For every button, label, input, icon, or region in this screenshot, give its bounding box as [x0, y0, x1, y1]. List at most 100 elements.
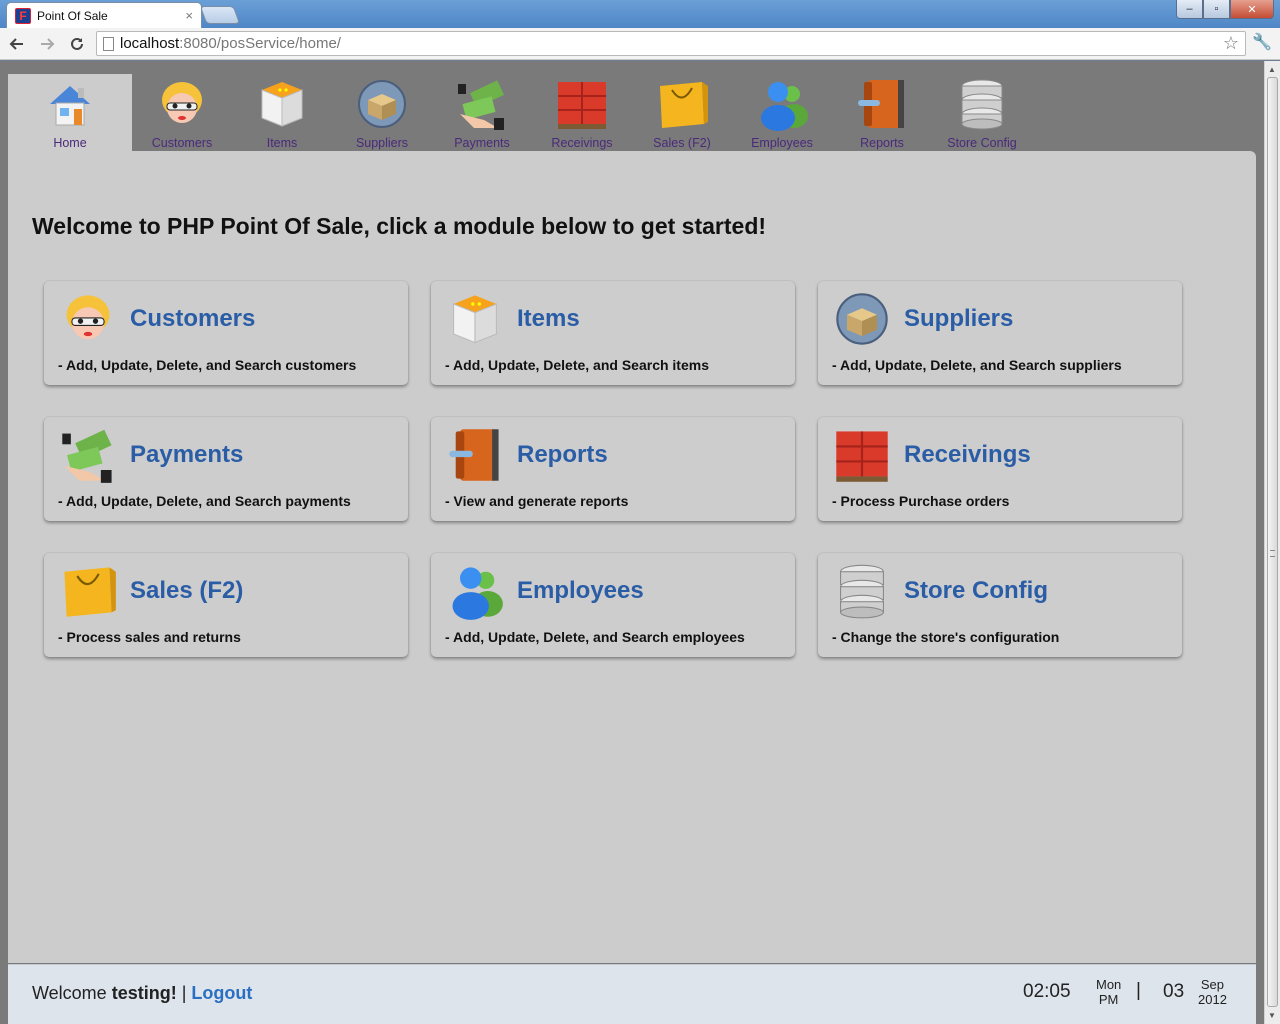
menu-item-receivings[interactable]: Receivings — [532, 74, 632, 151]
module-title[interactable]: Payments — [130, 441, 243, 469]
menu-label: Sales (F2) — [653, 136, 711, 150]
box-icon — [453, 295, 497, 344]
maximize-button[interactable]: ▫ — [1203, 0, 1230, 19]
tab-title: Point Of Sale — [37, 8, 108, 23]
database-icon — [961, 79, 1003, 130]
module-title[interactable]: Sales (F2) — [130, 577, 243, 605]
vertical-scrollbar[interactable]: ▲ ▼ — [1264, 61, 1280, 1024]
scroll-grip-icon — [1270, 550, 1275, 557]
logout-link[interactable]: Logout — [191, 983, 252, 1003]
module-description: - Add, Update, Delete, and Search custom… — [58, 357, 357, 373]
module-title[interactable]: Store Config — [904, 577, 1048, 605]
menu-item-config[interactable]: Store Config — [932, 74, 1032, 151]
new-tab-button[interactable] — [199, 6, 241, 24]
module-description: - Process sales and returns — [58, 629, 241, 645]
module-title[interactable]: Reports — [517, 441, 608, 469]
menu-item-sales[interactable]: Sales (F2) — [632, 74, 732, 151]
reload-button[interactable] — [64, 31, 90, 57]
page-title: Welcome to PHP Point Of Sale, click a mo… — [32, 213, 767, 239]
welcome-text: Welcome — [32, 983, 112, 1003]
menu-item-employees[interactable]: Employees — [732, 74, 832, 151]
page-icon — [103, 36, 114, 51]
address-bar[interactable]: localhost:8080/posService/home/ ☆ — [96, 31, 1246, 56]
module-title[interactable]: Receivings — [904, 441, 1031, 469]
page-viewport: Home Customers Items Suppliers Payments … — [0, 61, 1264, 1024]
supplier-icon — [358, 80, 406, 128]
back-arrow-icon — [9, 37, 23, 50]
username: testing! — [111, 983, 177, 1003]
module-title[interactable]: Employees — [517, 577, 644, 605]
module-card-customers[interactable]: Customers - Add, Update, Delete, and Sea… — [44, 281, 408, 385]
close-window-button[interactable]: ✕ — [1230, 0, 1274, 19]
clock-month-year: Sep 2012 — [1198, 977, 1227, 1007]
module-title[interactable]: Customers — [130, 305, 255, 333]
database-icon — [840, 564, 884, 619]
report-book-icon — [858, 80, 904, 128]
menu-item-reports[interactable]: Reports — [832, 74, 932, 151]
module-description: - Add, Update, Delete, and Search items — [445, 357, 709, 373]
shopping-bag-icon — [64, 567, 116, 617]
close-tab-icon[interactable]: × — [185, 8, 193, 23]
report-book-icon — [449, 429, 499, 481]
menu-item-items[interactable]: Items — [232, 74, 332, 151]
back-button[interactable] — [4, 31, 30, 57]
module-card-reports[interactable]: Reports - View and generate reports — [431, 417, 795, 521]
url-path: :8080/posService/home/ — [179, 35, 341, 52]
wrench-icon[interactable]: 🔧 — [1252, 32, 1272, 52]
bookmark-star-icon[interactable]: ☆ — [1223, 33, 1239, 54]
module-description: - View and generate reports — [445, 493, 629, 509]
scroll-down-icon[interactable]: ▼ — [1268, 1011, 1276, 1020]
module-description: - Change the store's configuration — [832, 629, 1060, 645]
clock-day: 03 — [1163, 981, 1185, 1002]
footer-bar: Welcome testing! | Logout 02:05 Mon PM |… — [8, 964, 1256, 1024]
browser-tab[interactable]: F Point Of Sale × — [6, 2, 202, 28]
supplier-icon — [836, 293, 888, 345]
clock-weekday-ampm: Mon PM — [1096, 977, 1121, 1007]
footer-welcome: Welcome testing! | Logout — [32, 983, 252, 1004]
clock-ampm: PM — [1098, 992, 1119, 1007]
menu-item-payments[interactable]: Payments — [432, 74, 532, 151]
menu-label: Payments — [454, 136, 510, 150]
forward-button[interactable] — [34, 31, 60, 57]
module-card-employees[interactable]: Employees - Add, Update, Delete, and Sea… — [431, 553, 795, 657]
module-card-items[interactable]: Items - Add, Update, Delete, and Search … — [431, 281, 795, 385]
clock-divider: | — [1136, 980, 1141, 1001]
scroll-up-icon[interactable]: ▲ — [1268, 65, 1276, 74]
url-host: localhost — [120, 35, 180, 52]
browser-toolbar: localhost:8080/posService/home/ ☆ 🔧 — [0, 28, 1280, 60]
module-card-config[interactable]: Store Config - Change the store's config… — [818, 553, 1182, 657]
clock-year: 2012 — [1198, 992, 1227, 1007]
payment-icon — [458, 80, 504, 130]
menu-label: Home — [53, 136, 87, 150]
payment-icon — [62, 429, 112, 483]
customer-icon — [66, 295, 110, 340]
forward-arrow-icon — [41, 37, 55, 50]
menu-item-customers[interactable]: Customers — [132, 74, 232, 151]
module-description: - Add, Update, Delete, and Search suppli… — [832, 357, 1122, 373]
clock-time: 02:05 — [1023, 981, 1071, 1002]
scroll-thumb[interactable] — [1267, 77, 1278, 1007]
browser-titlebar: F Point Of Sale × – ▫ ✕ — [0, 0, 1280, 28]
clock-month: Sep — [1200, 977, 1225, 992]
menu-item-suppliers[interactable]: Suppliers — [332, 74, 432, 151]
receivings-icon — [836, 431, 888, 482]
module-menu: Home Customers Items Suppliers Payments … — [8, 74, 1032, 151]
footer-separator: | — [176, 983, 192, 1003]
main-content: Welcome to PHP Point Of Sale, click a mo… — [8, 151, 1256, 963]
clock-weekday: Mon — [1096, 977, 1122, 992]
menu-item-home[interactable]: Home — [8, 74, 132, 151]
menu-label: Items — [266, 136, 298, 150]
menu-label: Suppliers — [355, 136, 409, 150]
menu-label: Reports — [860, 136, 904, 150]
menu-label: Store Config — [947, 136, 1017, 150]
module-card-receivings[interactable]: Receivings - Process Purchase orders — [818, 417, 1182, 521]
minimize-button[interactable]: – — [1176, 0, 1203, 19]
employees-icon — [452, 567, 503, 620]
reload-icon — [71, 37, 83, 50]
module-title[interactable]: Items — [517, 305, 580, 333]
module-card-payments[interactable]: Payments - Add, Update, Delete, and Sear… — [44, 417, 408, 521]
module-title[interactable]: Suppliers — [904, 305, 1013, 333]
module-card-suppliers[interactable]: Suppliers - Add, Update, Delete, and Sea… — [818, 281, 1182, 385]
module-card-sales[interactable]: Sales (F2) - Process sales and returns — [44, 553, 408, 657]
employees-icon — [761, 82, 808, 131]
